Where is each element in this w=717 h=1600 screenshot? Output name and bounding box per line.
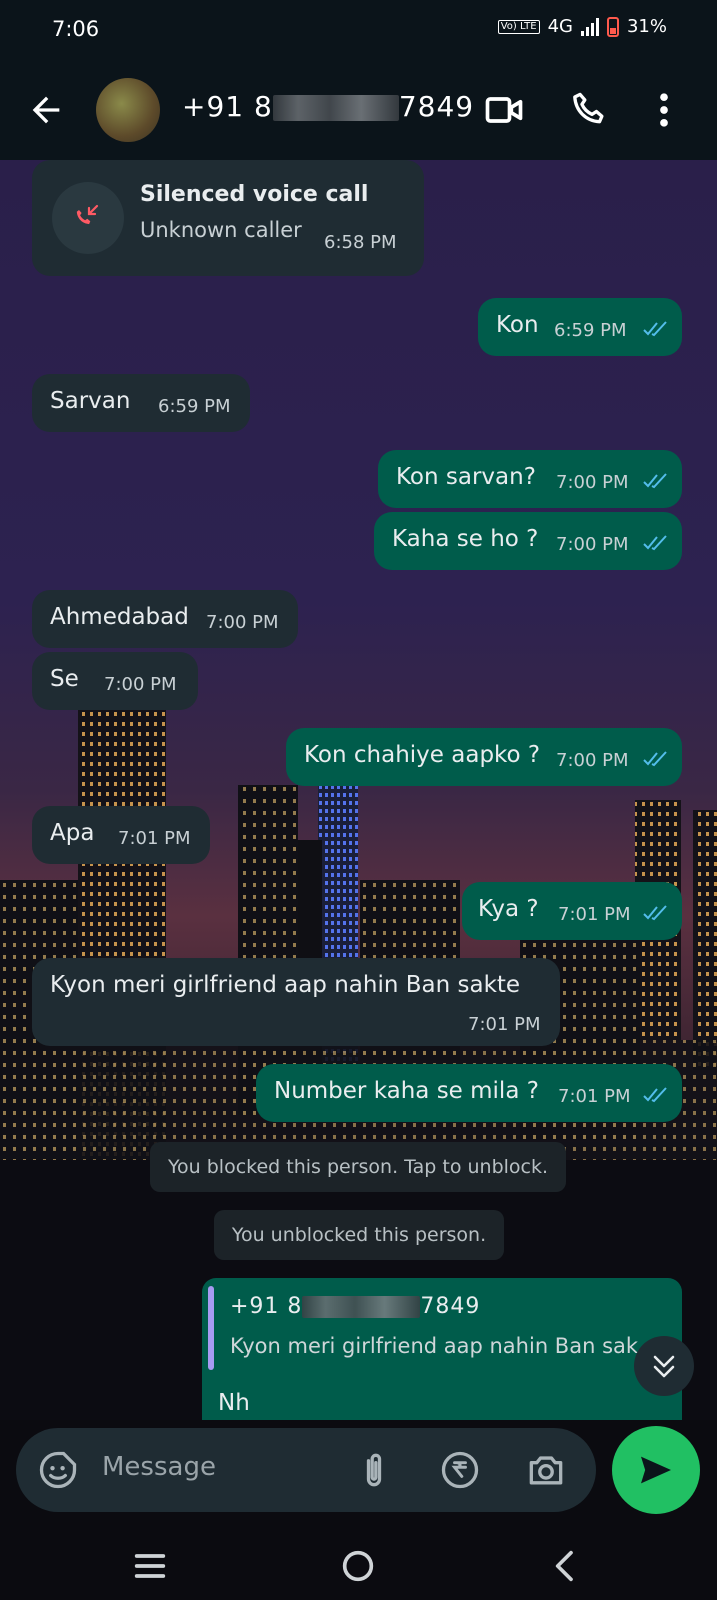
attach-icon[interactable]: [352, 1448, 396, 1492]
read-ticks-icon: [643, 321, 667, 337]
back-nav-icon[interactable]: [546, 1546, 586, 1586]
message-text: Kya ?: [478, 896, 539, 922]
message-time: 7:00 PM: [104, 674, 177, 695]
message-bubble-incoming[interactable]: Kyon meri girlfriend aap nahin Ban sakte…: [32, 958, 560, 1046]
message-text: Number kaha se mila ?: [274, 1078, 539, 1104]
contact-number-suffix: 7849: [398, 90, 475, 123]
quote-accent-bar: [208, 1286, 214, 1370]
system-nav-bar: [0, 1530, 717, 1600]
message-input[interactable]: Message: [102, 1452, 216, 1482]
message-time: 7:00 PM: [206, 612, 279, 633]
read-ticks-icon: [643, 751, 667, 767]
message-time: 7:00 PM: [556, 750, 629, 771]
contact-title[interactable]: +91 8 7849: [182, 90, 474, 123]
message-text: Kon: [496, 312, 539, 338]
recents-icon[interactable]: [130, 1546, 170, 1586]
message-bubble-incoming[interactable]: Ahmedabad 7:00 PM: [32, 590, 298, 648]
message-bubble-outgoing[interactable]: Kon chahiye aapko ? 7:00 PM: [286, 728, 682, 786]
message-bubble-incoming[interactable]: Sarvan 6:59 PM: [32, 374, 250, 432]
message-text: Sarvan: [50, 388, 131, 414]
message-text: Kaha se ho ?: [392, 526, 539, 552]
send-icon: [641, 1456, 671, 1484]
message-text: Ahmedabad: [50, 604, 189, 630]
double-chevron-down-icon: [653, 1355, 675, 1378]
message-text: Kon chahiye aapko ?: [304, 742, 541, 768]
status-time: 7:06: [52, 17, 100, 41]
battery-level: 31%: [626, 16, 667, 37]
redacted-number: [302, 1296, 421, 1318]
call-time: 6:58 PM: [324, 232, 397, 253]
message-bubble-incoming[interactable]: Se 7:00 PM: [32, 652, 198, 710]
message-bubble-outgoing[interactable]: Kon sarvan? 7:00 PM: [378, 450, 682, 508]
read-ticks-icon: [643, 473, 667, 489]
call-title: Silenced voice call: [140, 182, 369, 207]
sticker-icon[interactable]: [36, 1448, 80, 1492]
chat-area[interactable]: Silenced voice call Unknown caller 6:58 …: [0, 160, 717, 1420]
message-time: 7:01 PM: [468, 1014, 541, 1035]
missed-call-icon: [52, 182, 124, 254]
contact-number-prefix: +91 8: [182, 90, 273, 123]
blocked-notice[interactable]: You blocked this person. Tap to unblock.: [150, 1142, 566, 1192]
message-input-bar[interactable]: Message: [16, 1428, 596, 1512]
message-time: 6:59 PM: [158, 396, 231, 417]
volte-icon: Vo) LTE: [497, 19, 540, 34]
message-time: 7:00 PM: [556, 472, 629, 493]
message-text: Apa: [50, 820, 95, 846]
signal-icon: [580, 17, 599, 36]
message-time: 7:01 PM: [558, 1086, 631, 1107]
message-time: 7:01 PM: [118, 828, 191, 849]
read-ticks-icon: [643, 535, 667, 551]
chat-header: +91 8 7849: [0, 60, 717, 160]
network-type: 4G: [547, 16, 573, 37]
silenced-call-card[interactable]: Silenced voice call Unknown caller 6:58 …: [32, 160, 424, 276]
message-text: Kon sarvan?: [396, 464, 536, 490]
unblocked-notice: You unblocked this person.: [214, 1210, 504, 1260]
message-bubble-outgoing-reply[interactable]: +91 8 7849 Kyon meri girlfriend aap nahin…: [202, 1278, 682, 1420]
more-options-icon[interactable]: [642, 88, 686, 132]
quoted-message-text: Kyon meri girlfriend aap nahin Ban sak: [230, 1334, 639, 1358]
battery-icon: [606, 16, 619, 37]
message-time: 6:59 PM: [554, 320, 627, 341]
message-text: Se: [50, 666, 79, 692]
message-bubble-outgoing[interactable]: Kon 6:59 PM: [478, 298, 682, 356]
camera-icon[interactable]: [524, 1448, 568, 1492]
video-call-icon[interactable]: [482, 88, 526, 132]
message-bubble-outgoing[interactable]: Kya ? 7:01 PM: [462, 882, 682, 940]
message-time: 7:01 PM: [558, 904, 631, 925]
status-bar: 7:06 Vo) LTE 4G 31%: [0, 0, 717, 60]
redacted-number: [272, 95, 399, 121]
home-icon[interactable]: [338, 1546, 378, 1586]
status-icons: Vo) LTE 4G 31%: [497, 16, 667, 37]
quoted-number-suffix: 7849: [420, 1294, 481, 1319]
back-arrow-icon[interactable]: [26, 90, 66, 130]
call-subtitle: Unknown caller: [140, 218, 302, 242]
read-ticks-icon: [643, 1087, 667, 1103]
message-text: Nh: [218, 1390, 250, 1416]
send-button[interactable]: [612, 1426, 700, 1514]
message-bubble-outgoing[interactable]: Kaha se ho ? 7:00 PM: [374, 512, 682, 570]
quoted-sender: +91 8 7849: [230, 1294, 480, 1319]
read-ticks-icon: [643, 905, 667, 921]
message-bubble-outgoing[interactable]: Number kaha se mila ? 7:01 PM: [256, 1064, 682, 1122]
voice-call-icon[interactable]: [568, 88, 612, 132]
message-time: 7:00 PM: [556, 534, 629, 555]
scroll-to-bottom-button[interactable]: [634, 1336, 694, 1396]
rupee-payment-icon[interactable]: [438, 1448, 482, 1492]
avatar[interactable]: [96, 78, 160, 142]
message-text: Kyon meri girlfriend aap nahin Ban sakte: [50, 972, 521, 998]
quoted-number-prefix: +91 8: [230, 1294, 303, 1319]
message-bubble-incoming[interactable]: Apa 7:01 PM: [32, 806, 210, 864]
